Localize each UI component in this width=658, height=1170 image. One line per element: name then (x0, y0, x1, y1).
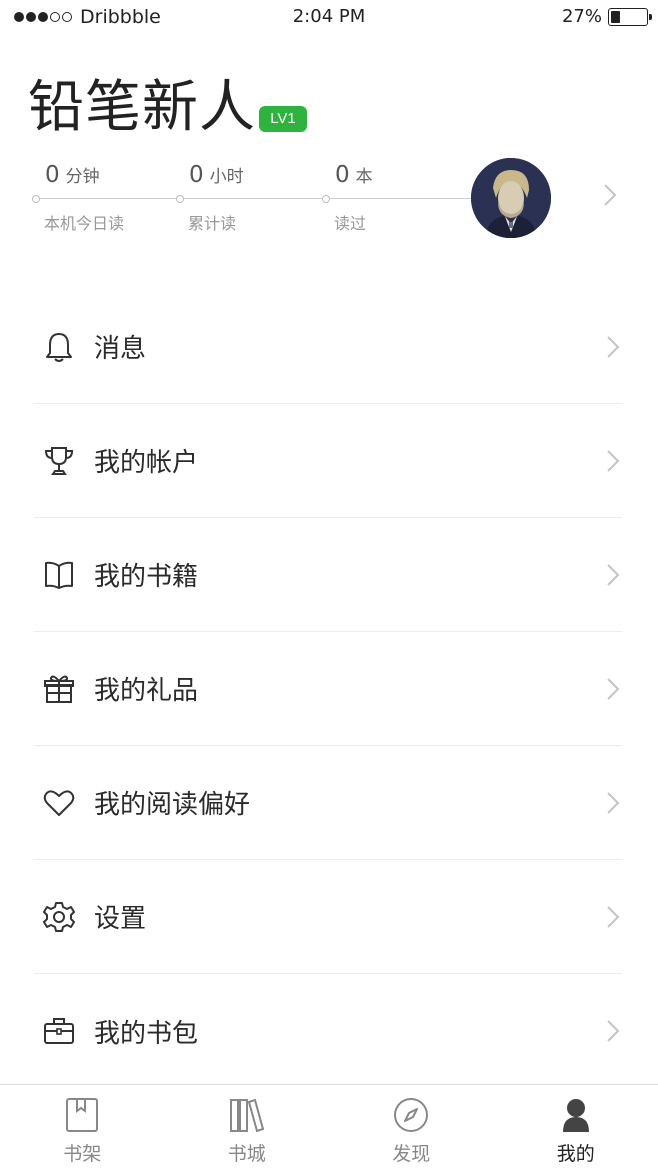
chevron-right-icon[interactable] (603, 183, 617, 211)
menu-item-messages[interactable]: 消息 (34, 290, 622, 404)
username: 铅笔新人 (28, 75, 256, 140)
menu-item-label: 我的帐户 (94, 448, 199, 478)
menu-item-label: 我的礼品 (94, 676, 199, 706)
tab-label: 书架 (63, 1143, 102, 1165)
menu-item-account[interactable]: 我的帐户 (34, 404, 622, 518)
heart-icon (42, 786, 76, 820)
battery-icon (608, 7, 652, 26)
stat-value: 0 (45, 162, 60, 188)
trophy-icon (42, 444, 76, 478)
stat-value: 0 (335, 162, 350, 188)
chevron-right-icon (606, 905, 620, 933)
menu-item-label: 我的阅读偏好 (94, 790, 251, 820)
menu-item-books[interactable]: 我的书籍 (34, 518, 622, 632)
bookshelf-icon (62, 1095, 102, 1135)
tab-discover[interactable]: 发现 (329, 1085, 494, 1170)
stat-unit: 分钟 (65, 167, 100, 187)
library-icon (227, 1095, 267, 1135)
chevron-right-icon (606, 791, 620, 819)
compass-icon (391, 1095, 431, 1135)
chevron-right-icon (606, 677, 620, 705)
tab-me[interactable]: 我的 (494, 1085, 658, 1170)
chevron-right-icon (606, 449, 620, 477)
battery-percent: 27% (561, 6, 602, 27)
chevron-right-icon (606, 1019, 620, 1047)
stat-value: 0 (189, 162, 204, 188)
stat-label: 累计读 (188, 214, 237, 233)
gift-icon (42, 672, 76, 706)
level-badge: LV1 (259, 106, 307, 132)
tab-bookshelf[interactable]: 书架 (0, 1085, 165, 1170)
user-portrait-icon (471, 158, 551, 238)
menu-item-settings[interactable]: 设置 (34, 860, 622, 974)
tab-label: 发现 (392, 1143, 431, 1165)
chevron-right-icon (606, 563, 620, 591)
stat-dot (176, 195, 184, 203)
stat-unit: 小时 (209, 167, 244, 187)
stats-timeline (38, 198, 478, 199)
stat-dot (322, 195, 330, 203)
tab-label: 我的 (556, 1143, 595, 1165)
menu-item-reading-preferences[interactable]: 我的阅读偏好 (34, 746, 622, 860)
status-time: 2:04 PM (292, 6, 366, 27)
stat-label: 本机今日读 (44, 214, 125, 233)
status-bar: Dribbble 2:04 PM 27% (0, 0, 658, 36)
menu-item-bookbag[interactable]: 我的书包 (34, 974, 622, 1088)
status-right: 27% (561, 6, 652, 27)
tab-bar: 书架 书城 发现 我的 (0, 1084, 658, 1170)
menu-list: 消息 我的帐户 我的书籍 我的礼品 我的阅读偏好 设置 我的书包 (34, 290, 622, 1088)
stat-dot (32, 195, 40, 203)
stat-unit: 本 (355, 167, 373, 187)
tab-bookstore[interactable]: 书城 (165, 1085, 330, 1170)
briefcase-icon (42, 1014, 76, 1048)
avatar[interactable] (471, 158, 551, 238)
chevron-right-icon (606, 335, 620, 363)
menu-item-label: 消息 (94, 334, 147, 364)
menu-item-label: 我的书籍 (94, 562, 199, 592)
bell-icon (42, 330, 76, 364)
reading-stats[interactable]: 0 分钟 本机今日读 0 小时 累计读 0本 读过 (30, 160, 480, 240)
menu-item-label: 设置 (94, 904, 147, 934)
stat-label: 读过 (334, 214, 367, 233)
menu-item-gifts[interactable]: 我的礼品 (34, 632, 622, 746)
tab-label: 书城 (227, 1143, 266, 1165)
person-icon (556, 1095, 596, 1135)
menu-item-label: 我的书包 (94, 1018, 199, 1049)
gear-icon (42, 900, 76, 934)
book-open-icon (42, 558, 76, 592)
